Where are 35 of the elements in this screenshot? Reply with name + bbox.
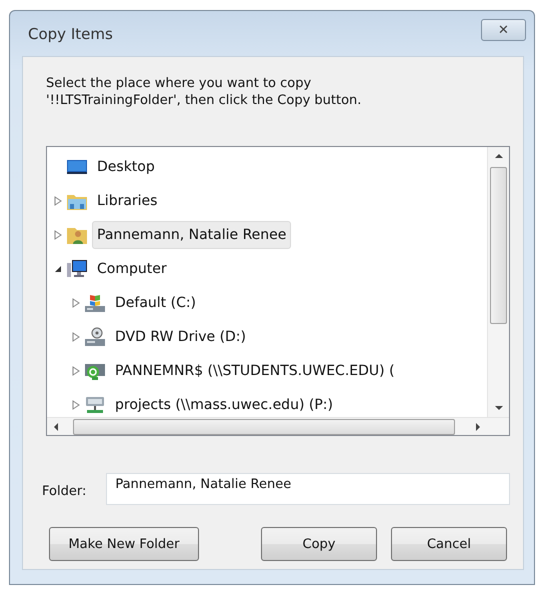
scroll-right-arrow-icon[interactable] xyxy=(475,422,481,430)
desktop-icon xyxy=(66,157,88,177)
tree-item[interactable]: PANNEMNR$ (\\STUDENTS.UWEC.EDU) ( xyxy=(110,357,400,385)
instruction-text: Select the place where you want to copy '!!LTSTrainingFolder', then click the Copy button. xyxy=(46,75,362,109)
horizontal-scrollbar[interactable] xyxy=(47,417,509,435)
vertical-scrollbar[interactable] xyxy=(487,147,509,417)
tree-item[interactable]: Libraries xyxy=(92,187,162,215)
expand-arrow-icon[interactable] xyxy=(71,297,81,309)
copy-button[interactable]: Copy xyxy=(261,527,377,561)
user-folder-icon xyxy=(66,225,88,245)
window-title: Copy Items xyxy=(28,24,113,42)
folder-field[interactable]: Pannemann, Natalie Renee xyxy=(106,473,510,505)
network-drive-icon xyxy=(84,361,106,381)
computer-icon xyxy=(66,259,88,279)
tree-item[interactable]: Default (C:) xyxy=(110,289,202,317)
expand-arrow-icon[interactable] xyxy=(71,331,81,343)
expand-arrow-icon[interactable] xyxy=(53,229,63,241)
tree-item[interactable]: projects (\\mass.uwec.edu) (P:) xyxy=(110,391,338,417)
disc-drive-icon xyxy=(84,327,106,347)
scroll-up-arrow-icon[interactable] xyxy=(494,153,502,159)
tree-item[interactable]: Pannemann, Natalie Renee xyxy=(92,221,292,249)
scroll-left-arrow-icon[interactable] xyxy=(53,422,59,430)
tree-item[interactable]: DVD RW Drive (D:) xyxy=(110,323,251,351)
close-button[interactable]: ✕ xyxy=(481,18,526,40)
cancel-button[interactable]: Cancel xyxy=(391,527,507,561)
expand-arrow-icon[interactable] xyxy=(71,365,81,377)
expand-arrow-icon[interactable] xyxy=(71,399,81,411)
new-folder-button[interactable]: Make New Folder xyxy=(49,527,199,561)
folder-label: Folder: xyxy=(42,484,86,498)
system-drive-icon xyxy=(84,293,106,313)
tree-item[interactable]: Desktop xyxy=(92,153,160,181)
scroll-down-arrow-icon[interactable] xyxy=(494,405,502,411)
expand-arrow-icon[interactable] xyxy=(53,195,63,207)
tree-item[interactable]: Computer xyxy=(92,255,172,283)
network-drive-icon xyxy=(84,395,106,415)
